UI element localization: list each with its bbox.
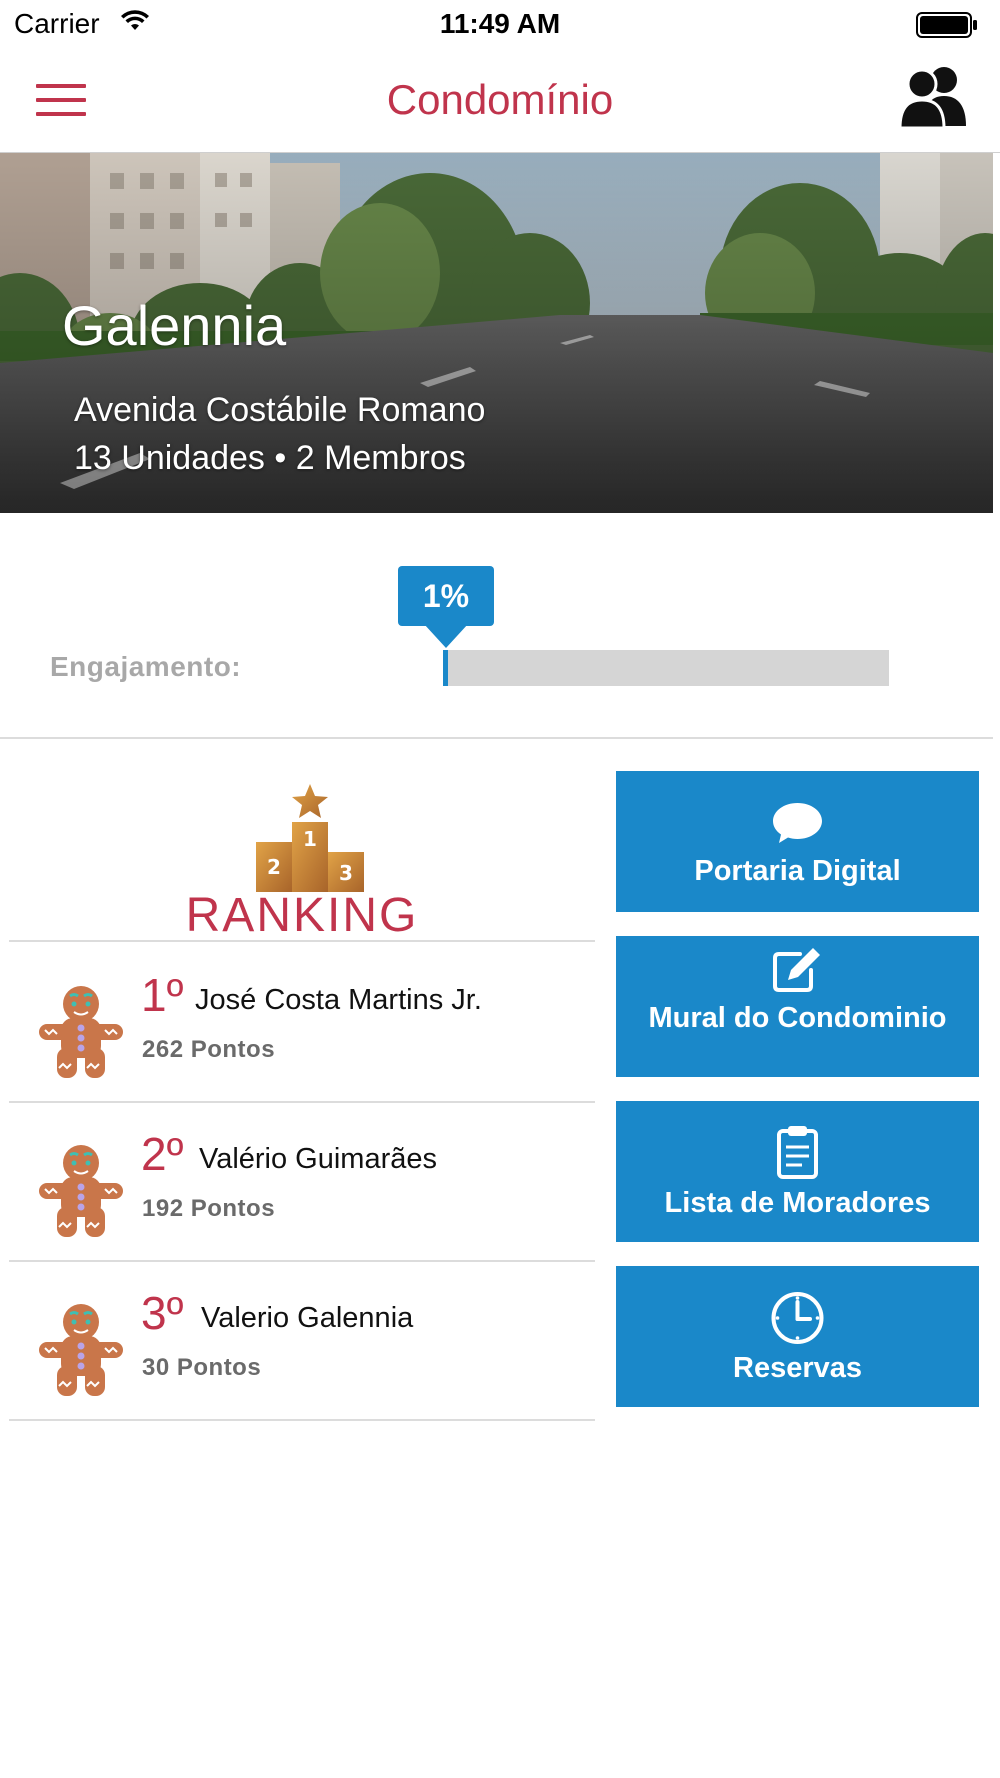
condo-units-members: 13 Unidades • 2 Membros	[74, 439, 466, 477]
lista-moradores-button[interactable]: Lista de Moradores	[616, 1101, 979, 1242]
ranking-row[interactable]: 1º José Costa Martins Jr. 262 Pontos	[9, 944, 595, 1103]
action-label: Portaria Digital	[694, 855, 901, 887]
engagement-badge-pointer	[424, 624, 468, 648]
ranking-row[interactable]: 2º Valério Guimarães 192 Pontos	[9, 1103, 595, 1262]
clipboard-icon	[777, 1126, 818, 1179]
status-bar: Carrier 11:49 AM	[0, 0, 1000, 50]
ranking-row[interactable]: 3º Valerio Galennia 30 Pontos	[9, 1262, 595, 1421]
ranking-member-name: José Costa Martins Jr.	[195, 984, 482, 1016]
clock-icon	[771, 1292, 824, 1344]
svg-text:3: 3	[339, 861, 353, 885]
members-icon[interactable]	[898, 64, 970, 130]
condo-name: Galennia	[62, 294, 287, 357]
edit-icon	[773, 948, 820, 992]
condo-address: Avenida Costábile Romano	[74, 391, 486, 429]
ranking-member-name: Valerio Galennia	[201, 1302, 414, 1334]
action-label: Mural do Condominio	[648, 1002, 947, 1034]
ranking-points: 192 Pontos	[142, 1195, 276, 1222]
ranking-title: RANKING	[185, 889, 419, 942]
svg-text:2: 2	[267, 855, 281, 879]
engagement-section: 1% Engajamento:	[0, 513, 993, 739]
engagement-progress-bar	[443, 650, 889, 686]
gingerbread-avatar-icon	[39, 1145, 123, 1237]
navigation-bar: Condomínio	[0, 50, 1000, 153]
ranking-position: 1º	[141, 969, 184, 1021]
chat-bubble-icon	[773, 803, 822, 843]
engagement-label: Engajamento:	[50, 651, 242, 682]
ranking-points: 262 Pontos	[142, 1036, 276, 1063]
ranking-position: 2º	[141, 1128, 184, 1180]
condo-hero-banner: Galennia Avenida Costábile Romano 13 Uni…	[0, 153, 993, 513]
ranking-points: 30 Pontos	[142, 1354, 262, 1381]
mural-condominio-button[interactable]: Mural do Condominio	[616, 936, 979, 1077]
gingerbread-avatar-icon	[39, 986, 123, 1078]
engagement-progress-fill	[443, 650, 448, 686]
action-label: Reservas	[733, 1352, 862, 1384]
ranking-position: 3º	[141, 1287, 184, 1339]
clock-time: 11:49 AM	[439, 8, 561, 39]
page-title: Condomínio	[386, 76, 614, 123]
reservas-button[interactable]: Reservas	[616, 1266, 979, 1407]
ranking-member-name: Valério Guimarães	[199, 1143, 438, 1175]
ranking-header: 1 2 3 RANKING	[9, 770, 595, 942]
gingerbread-avatar-icon	[39, 1304, 123, 1396]
portaria-digital-button[interactable]: Portaria Digital	[616, 771, 979, 912]
svg-text:1: 1	[303, 827, 317, 851]
engagement-percent-badge: 1%	[398, 566, 494, 626]
app-screen: Carrier 11:49 AM Condomínio Galennia Ave…	[0, 0, 1000, 1778]
battery-icon	[916, 12, 977, 38]
podium-trophy-icon: 1 2 3	[256, 784, 364, 892]
action-label: Lista de Moradores	[664, 1187, 931, 1219]
